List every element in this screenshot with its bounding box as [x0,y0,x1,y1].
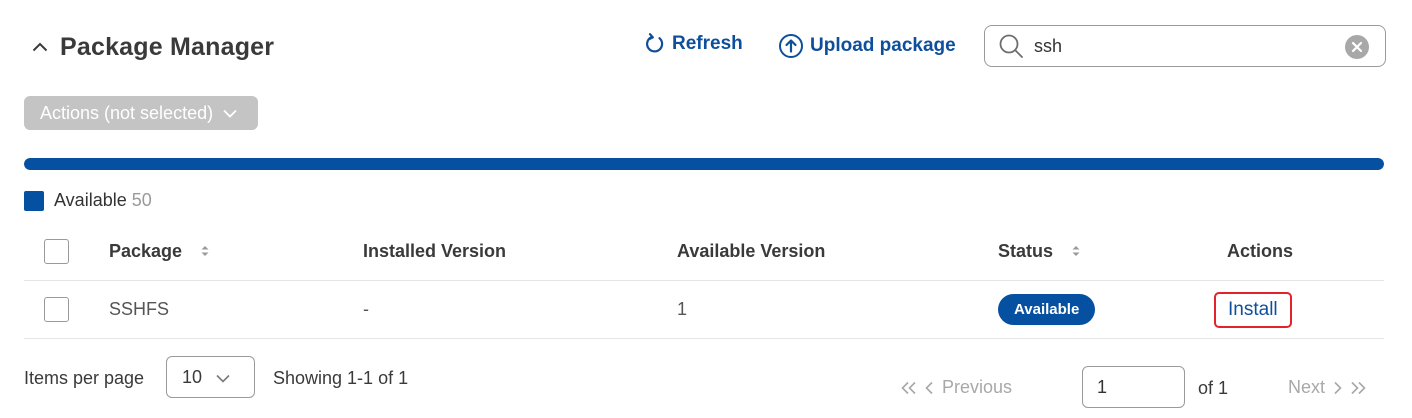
pager-previous-group: Previous [900,377,1012,398]
column-header-status[interactable]: Status [998,222,1081,280]
previous-page-button[interactable]: Previous [924,377,1012,398]
status-cell: Available [998,281,1096,338]
first-page-icon[interactable] [900,381,918,395]
page-title: Package Manager [60,32,275,61]
legend-swatch [24,190,44,211]
legend-count: 50 [131,190,152,210]
legend: Available 50 [24,190,152,211]
title-wrap: Package Manager [24,24,274,70]
package-progress-bar [24,158,1384,170]
search-icon [998,33,1024,59]
search-input[interactable] [1034,35,1324,57]
table-header-row: Package Installed Version Available Vers… [24,222,1384,281]
chevron-up-icon[interactable] [28,35,52,59]
clear-search-icon[interactable] [1345,35,1369,59]
column-header-package-label: Package [109,240,183,261]
chevron-down-icon [223,109,237,118]
column-header-package[interactable]: Package [109,222,210,280]
row-select-cell [44,281,69,338]
installed-version: - [363,299,369,319]
packages-table: Package Installed Version Available Vers… [24,222,1384,339]
table-row: SSHFS - 1 Available Install [24,281,1384,339]
previous-label: Previous [942,377,1013,397]
upload-circle-icon [778,33,804,59]
last-page-icon[interactable] [1349,381,1367,395]
column-header-status-label: Status [998,240,1054,261]
install-button[interactable]: Install [1214,291,1292,328]
items-per-page-select[interactable]: 10 [166,356,255,398]
refresh-button[interactable]: Refresh [644,33,743,55]
column-header-available-version: Available Version [677,240,826,261]
items-per-page-value: 10 [182,366,203,387]
sort-icon[interactable] [200,244,210,258]
next-label: Next [1288,377,1326,397]
page-number-input[interactable] [1082,366,1185,408]
available-version: 1 [677,299,688,319]
showing-range-text: Showing 1-1 of 1 [273,368,409,388]
pager-next-group: Next [1288,377,1367,398]
page-header: Package Manager Refresh Upload package [24,24,1388,70]
search-box [984,25,1386,67]
progress-fill [24,158,1384,170]
chevron-down-icon [216,367,230,388]
next-page-button[interactable]: Next [1288,377,1343,398]
status-badge: Available [998,294,1096,325]
select-all-checkbox[interactable] [44,238,69,264]
upload-package-button[interactable]: Upload package [778,33,956,59]
items-per-page-label: Items per page [24,368,145,388]
actions-dropdown-label: Actions (not selected) [40,102,214,123]
sort-icon[interactable] [1071,244,1081,258]
actions-cell: Install [1214,281,1292,338]
actions-dropdown[interactable]: Actions (not selected) [24,96,258,130]
refresh-label: Refresh [672,33,743,54]
legend-label: Available [54,190,127,210]
refresh-icon [644,33,666,55]
package-name: SSHFS [109,299,170,319]
row-select-checkbox[interactable] [44,297,69,322]
pagination-footer: Items per page 10 Showing 1-1 of 1 Previ… [24,356,1388,408]
select-all-cell [44,222,69,280]
page-total-label: of 1 [1198,378,1229,398]
upload-package-label: Upload package [810,35,956,56]
column-header-actions: Actions [1227,240,1294,261]
column-header-installed-version: Installed Version [363,240,507,261]
